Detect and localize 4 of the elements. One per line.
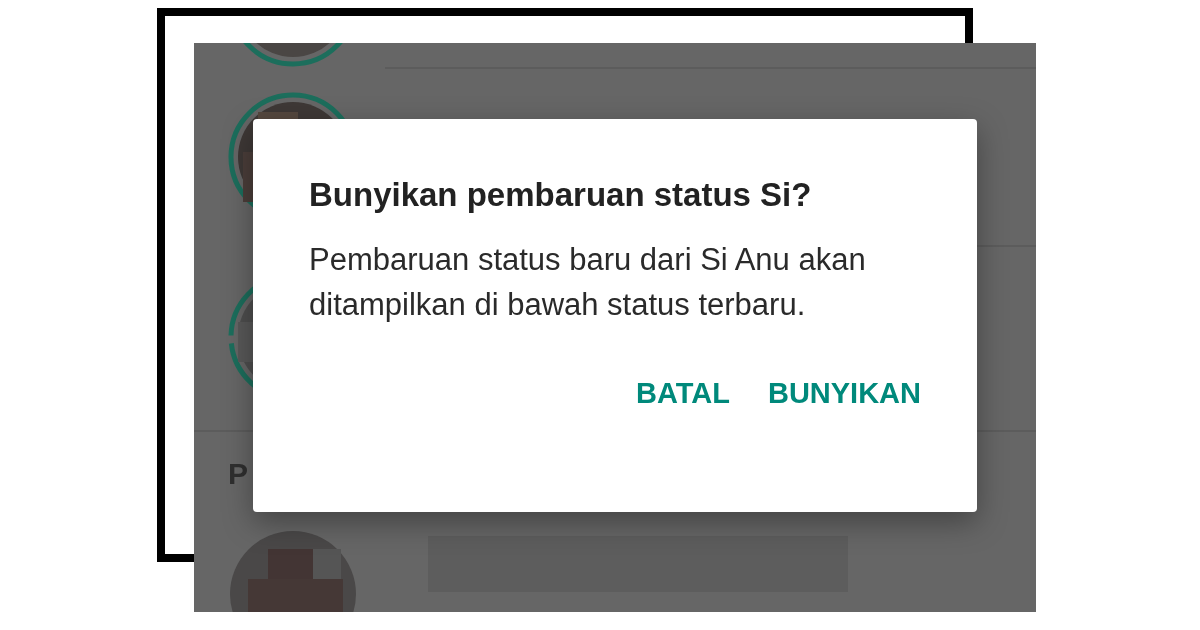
dialog-button[interactable]: BUNYIKAN [763,369,925,418]
dialog-title: Bunyikan pembaruan status Si? [309,175,813,215]
dialog-message: Pembaruan status baru dari Si Anu akan ditampilkan di bawah status terbaru. [309,241,867,324]
dialog-button[interactable]: BATAL [632,369,734,418]
